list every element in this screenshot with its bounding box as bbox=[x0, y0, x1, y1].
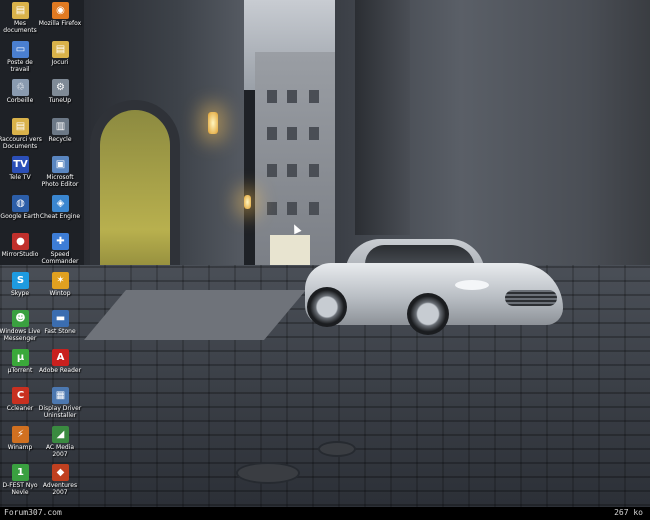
desktop-icon-label: Adventures 2007 bbox=[42, 482, 78, 496]
desktop-icon[interactable]: µ µTorrent bbox=[0, 348, 40, 389]
desktop-icon-label: AC Media 2007 bbox=[45, 443, 75, 458]
desktop-icon[interactable]: 1 D-FEST Nyo Nevle bbox=[0, 464, 40, 504]
watermark-text: Forum307.com bbox=[4, 508, 62, 517]
desktop-icon-label: Cheat Engine bbox=[39, 212, 81, 220]
desktop-icon-label: Google Earth bbox=[0, 212, 40, 220]
desktop-icon[interactable]: ▥ Recycle bbox=[40, 117, 80, 158]
wallpaper-lit-doorway bbox=[270, 235, 310, 267]
messenger-icon: ☻ bbox=[12, 310, 29, 327]
desktop-icon[interactable]: ⚙ TuneUp bbox=[40, 79, 80, 119]
commander-icon: ✚ bbox=[52, 233, 69, 250]
photo-editor-icon: ▣ bbox=[52, 156, 69, 173]
wallpaper-sports-car bbox=[305, 235, 565, 345]
desktop-icon-label: D-FEST Nyo Nevle bbox=[2, 482, 38, 496]
desktop-icon-label: µTorrent bbox=[7, 366, 33, 374]
desktop-icon[interactable]: ▣ Microsoft Photo Editor bbox=[40, 156, 80, 196]
desktop-icon[interactable]: ▭ Poste de travail bbox=[0, 40, 40, 81]
desktop-icon[interactable]: ▤ Raccourci vers Documents bbox=[0, 117, 42, 158]
desktop-icon-label: Speed Commander bbox=[41, 251, 79, 265]
computer-icon: ▭ bbox=[12, 40, 29, 58]
desktop-icon[interactable]: ◆ Adventures 2007 bbox=[40, 464, 80, 504]
recycle-bin-icon: ♲ bbox=[12, 79, 29, 96]
desktop-icon-label: Microsoft Photo Editor bbox=[41, 174, 79, 188]
desktop-icon-label: Jocuri bbox=[51, 58, 69, 66]
firefox-icon: ◉ bbox=[52, 2, 69, 19]
desktop-icon[interactable]: ◉ Mozilla Firefox bbox=[38, 2, 82, 42]
desktop-wallpaper bbox=[0, 0, 650, 520]
adventures-icon: ◆ bbox=[52, 464, 69, 481]
desktop-icon-label: MirrorStudio bbox=[1, 251, 39, 258]
desktop-icon[interactable]: ▤ Jocuri bbox=[40, 40, 80, 81]
folder-icon: ▤ bbox=[12, 2, 29, 19]
adobe-reader-icon: A bbox=[52, 348, 69, 366]
wallpaper-manhole bbox=[318, 441, 356, 457]
desktop-icon[interactable]: ▦ Display Driver Uninstaller bbox=[38, 387, 82, 427]
wallpaper-manhole bbox=[236, 462, 300, 484]
cheat-engine-icon: ◈ bbox=[52, 194, 69, 212]
desktop-icon-label: Mes documents bbox=[3, 20, 37, 34]
desktop-icon[interactable]: ▤ Mes documents bbox=[0, 2, 40, 42]
tuneup-icon: ⚙ bbox=[52, 79, 69, 96]
desktop-icon-label: Display Driver Uninstaller bbox=[38, 405, 82, 419]
desktop-icon[interactable]: ⚡ Winamp bbox=[0, 425, 40, 466]
street-lamp bbox=[244, 195, 251, 209]
mirror-studio-icon: ● bbox=[12, 233, 29, 250]
desktop-icon[interactable]: ☻ Windows Live Messenger bbox=[0, 310, 40, 350]
desktop-icon[interactable]: C Ccleaner bbox=[0, 387, 40, 427]
winamp-icon: ⚡ bbox=[12, 425, 29, 443]
desktop-icon[interactable]: ✶ Wintop bbox=[40, 271, 80, 312]
utorrent-icon: µ bbox=[12, 348, 29, 366]
folder-icon: ▤ bbox=[52, 40, 69, 58]
bottom-bar: Forum307.com 267 ko bbox=[0, 507, 650, 520]
desktop-icon[interactable]: TV Tele TV bbox=[0, 156, 40, 196]
wintop-icon: ✶ bbox=[52, 271, 69, 289]
tv-icon: TV bbox=[12, 156, 29, 173]
desktop-icon-label: Mozilla Firefox bbox=[38, 20, 82, 27]
desktop-icon-label: Windows Live Messenger bbox=[0, 328, 41, 342]
desktop-icon[interactable]: ◢ AC Media 2007 bbox=[40, 425, 80, 466]
desktop-icon[interactable]: S Skype bbox=[0, 271, 40, 312]
desktop-icon[interactable]: ✚ Speed Commander bbox=[40, 233, 80, 273]
desktop-icon-label: Adobe Reader bbox=[38, 366, 82, 374]
desktop-icon[interactable]: ◍ Google Earth bbox=[0, 194, 40, 235]
desktop-icon-label: Tele TV bbox=[9, 174, 31, 181]
skype-icon: S bbox=[12, 271, 29, 289]
desktop-icon[interactable]: ♲ Corbeille bbox=[0, 79, 40, 119]
desktop-icon[interactable]: ◈ Cheat Engine bbox=[39, 194, 81, 235]
desktop-icon-label: Recycle bbox=[48, 135, 72, 143]
desktop-icon-label: Skype bbox=[10, 289, 30, 297]
desktop-icon-label: TuneUp bbox=[48, 97, 72, 104]
desktop-icon-label: Winamp bbox=[7, 443, 33, 451]
desktop-icon-label: Fast Stone bbox=[44, 328, 76, 335]
desktop-icon-label: Wintop bbox=[49, 289, 71, 297]
file-size-text: 267 ko bbox=[614, 508, 643, 517]
desktop-icon-label: Raccourci vers Documents bbox=[0, 135, 42, 150]
desktop-icon[interactable]: ● MirrorStudio bbox=[0, 233, 40, 273]
ccleaner-icon: C bbox=[12, 387, 29, 404]
folder-icon: ▤ bbox=[12, 117, 29, 135]
street-lamp bbox=[208, 112, 218, 134]
desktop-icon-label: Ccleaner bbox=[6, 405, 34, 412]
desktop-icon[interactable]: ▬ Fast Stone bbox=[40, 310, 80, 350]
wallpaper-tower bbox=[355, 0, 410, 235]
bin-icon: ▥ bbox=[52, 117, 69, 135]
dfest-icon: 1 bbox=[12, 464, 29, 481]
desktop-icon[interactable]: A Adobe Reader bbox=[38, 348, 82, 389]
desktop-icon-label: Poste de travail bbox=[7, 58, 33, 73]
ac-media-icon: ◢ bbox=[52, 425, 69, 443]
driver-icon: ▦ bbox=[52, 387, 69, 404]
google-earth-icon: ◍ bbox=[12, 194, 29, 212]
fast-stone-icon: ▬ bbox=[52, 310, 69, 327]
desktop-icon-label: Corbeille bbox=[6, 97, 34, 104]
